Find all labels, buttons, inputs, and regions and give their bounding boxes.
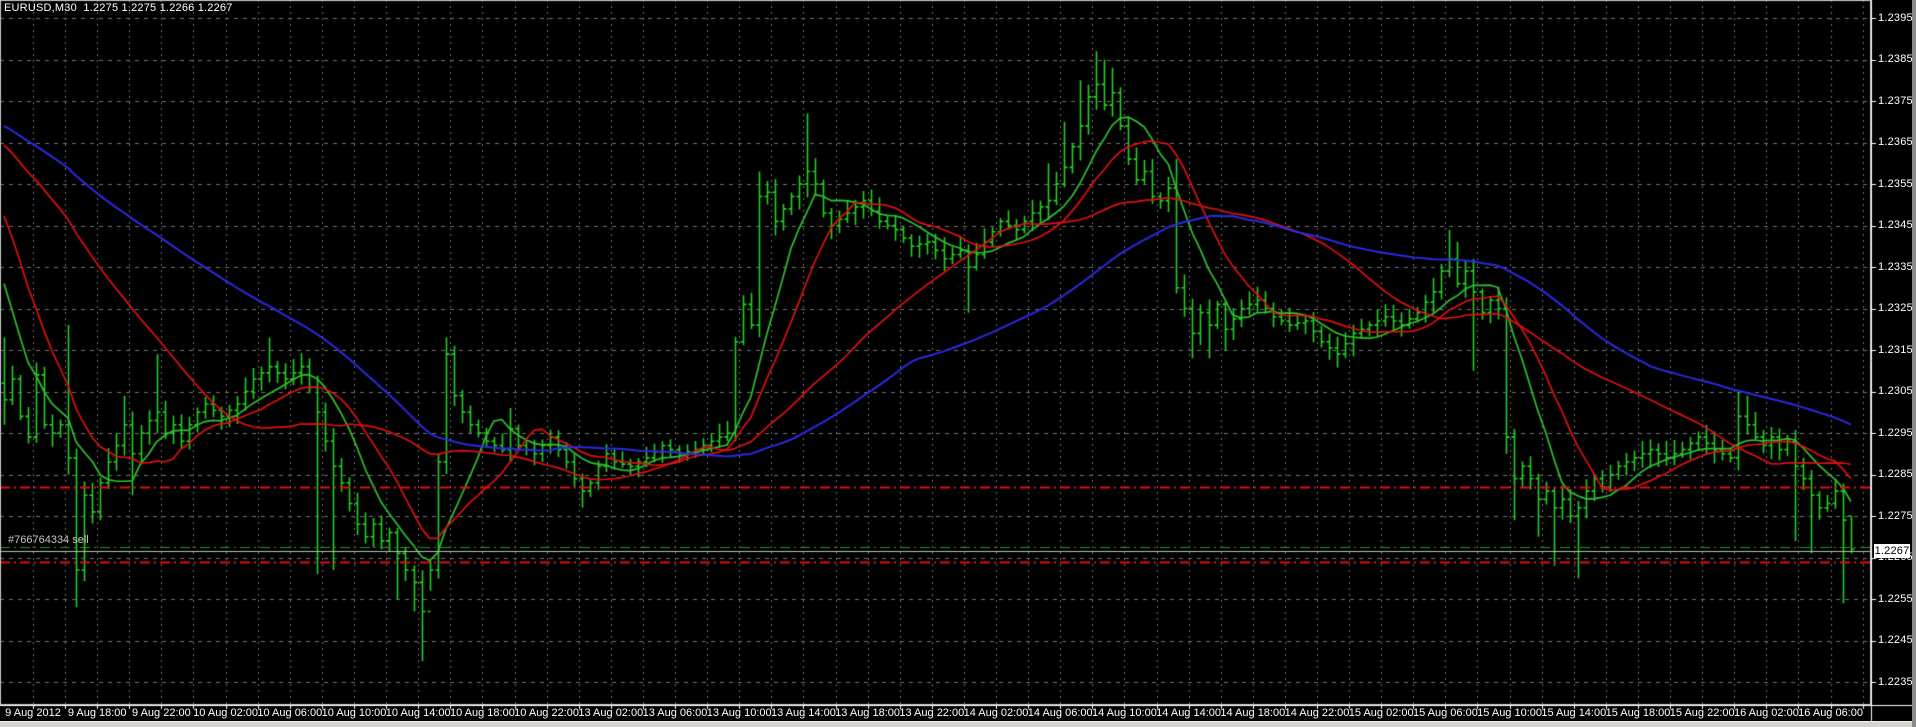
price-tick-label: 1.2335: [1878, 262, 1913, 273]
window-bottom-border: [0, 721, 1916, 727]
time-tick-label: 13 Aug 14:00: [771, 707, 836, 720]
price-chart-canvas[interactable]: [0, 0, 1916, 727]
time-tick-label: 16 Aug 06:00: [1798, 707, 1863, 720]
time-tick-label: 13 Aug 10:00: [707, 707, 772, 720]
price-tick-label: 1.2355: [1878, 179, 1913, 190]
time-tick-label: 9 Aug 18:00: [68, 707, 127, 720]
price-tick-label: 1.2305: [1878, 386, 1913, 397]
time-tick-label: 13 Aug 22:00: [899, 707, 964, 720]
time-tick-label: 15 Aug 10:00: [1477, 707, 1542, 720]
price-tick-label: 1.2275: [1878, 511, 1913, 522]
time-tick-label: 10 Aug 22:00: [514, 707, 579, 720]
current-price-tag: 1.2267: [1874, 544, 1910, 558]
price-tick-label: 1.2245: [1878, 635, 1913, 646]
time-tick-label: 15 Aug 18:00: [1606, 707, 1671, 720]
price-tick-label: 1.2385: [1878, 54, 1913, 65]
price-tick-label: 1.2295: [1878, 428, 1913, 439]
time-tick-label: 10 Aug 06:00: [257, 707, 322, 720]
time-tick-label: 14 Aug 14:00: [1156, 707, 1221, 720]
price-tick-label: 1.2325: [1878, 303, 1913, 314]
time-tick-label: 13 Aug 02:00: [578, 707, 643, 720]
price-tick-label: 1.2345: [1878, 220, 1913, 231]
time-tick-label: 15 Aug 22:00: [1670, 707, 1735, 720]
time-tick-label: 16 Aug 02:00: [1734, 707, 1799, 720]
price-tick-label: 1.2365: [1878, 137, 1913, 148]
price-tick-label: 1.2375: [1878, 96, 1913, 107]
price-axis[interactable]: 1.2395 1.2385 1.2375 1.2365 1.2355 1.2345 1.23…: [1874, 0, 1912, 705]
time-tick-label: 13 Aug 18:00: [835, 707, 900, 720]
quote-line: EURUSD,M30 1.2275 1.2275 1.2266 1.2267: [4, 2, 233, 14]
time-tick-label: 10 Aug 14:00: [386, 707, 451, 720]
time-tick-label: 15 Aug 06:00: [1413, 707, 1478, 720]
price-tick-label: 1.2235: [1878, 677, 1913, 688]
time-axis[interactable]: 9 Aug 20129 Aug 18:009 Aug 22:0010 Aug 0…: [0, 707, 1873, 721]
time-tick-label: 14 Aug 18:00: [1220, 707, 1285, 720]
chart-window: EURUSD,M30 1.2275 1.2275 1.2266 1.2267 #…: [0, 0, 1916, 727]
time-tick-label: 15 Aug 02:00: [1349, 707, 1414, 720]
time-tick-label: 14 Aug 10:00: [1092, 707, 1157, 720]
time-tick-label: 10 Aug 02:00: [193, 707, 258, 720]
time-tick-label: 9 Aug 22:00: [132, 707, 191, 720]
price-tick-label: 1.2285: [1878, 469, 1913, 480]
price-tick-label: 1.2395: [1878, 13, 1913, 24]
window-right-border: [1912, 0, 1916, 727]
time-tick-label: 10 Aug 18:00: [450, 707, 515, 720]
time-tick-label: 14 Aug 22:00: [1285, 707, 1350, 720]
price-tick-label: 1.2255: [1878, 594, 1913, 605]
time-tick-label: 9 Aug 2012: [5, 707, 61, 720]
time-tick-label: 14 Aug 02:00: [964, 707, 1029, 720]
price-tick-label: 1.2315: [1878, 345, 1913, 356]
time-tick-label: 15 Aug 14:00: [1541, 707, 1606, 720]
time-tick-label: 10 Aug 10:00: [322, 707, 387, 720]
time-tick-label: 14 Aug 06:00: [1028, 707, 1093, 720]
time-tick-label: 13 Aug 06:00: [643, 707, 708, 720]
sell-order-label: #766764334 sell: [8, 534, 89, 546]
